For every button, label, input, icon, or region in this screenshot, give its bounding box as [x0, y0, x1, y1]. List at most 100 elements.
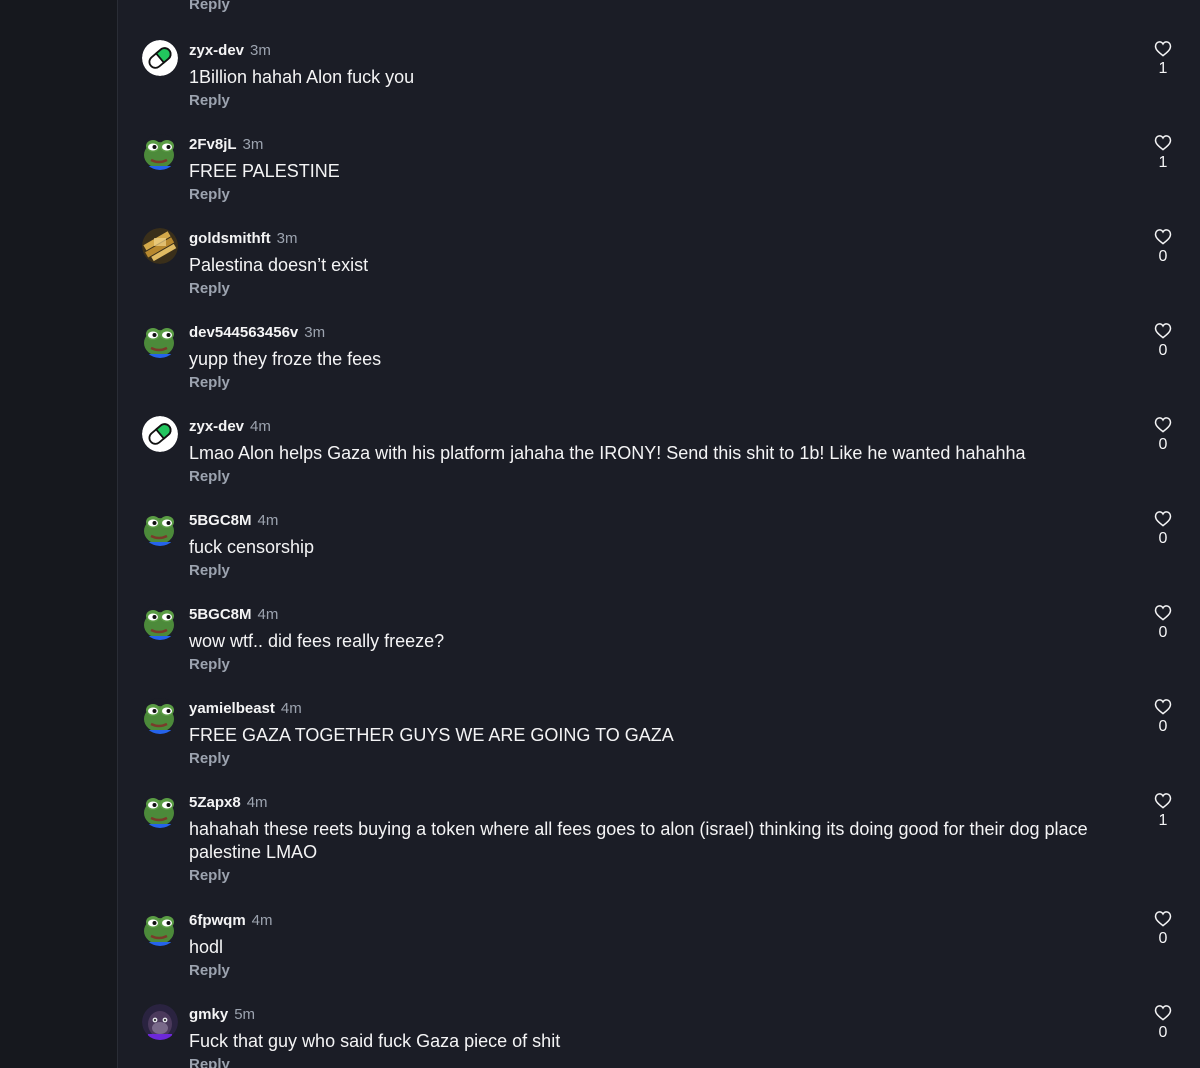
like-count: 1	[1158, 154, 1168, 171]
like-count: 0	[1158, 718, 1168, 735]
heart-icon	[1151, 510, 1175, 527]
heart-icon	[1151, 1004, 1175, 1021]
reply-button[interactable]: Reply	[189, 374, 230, 391]
like-count: 0	[1158, 624, 1168, 641]
username[interactable]: yamielbeast	[189, 700, 275, 717]
timestamp: 4m	[250, 418, 271, 435]
timestamp: 3m	[276, 230, 298, 247]
timestamp: 4m	[257, 512, 279, 529]
heart-icon	[1151, 40, 1175, 57]
heart-icon	[1151, 910, 1175, 927]
reply-button[interactable]: Reply	[189, 1056, 230, 1068]
avatar[interactable]	[142, 698, 178, 734]
username[interactable]: goldsmithft	[189, 230, 271, 247]
like-button[interactable]: 0	[1151, 322, 1175, 361]
comment-meta: goldsmithft 3m	[189, 230, 298, 248]
timestamp: 4m	[246, 794, 268, 811]
like-button[interactable]: 0	[1151, 1004, 1175, 1043]
avatar[interactable]	[142, 510, 178, 546]
heart-icon	[1151, 698, 1175, 715]
page: Reply zyx-dev 3m 1Billion hahah Alon fuck …	[0, 0, 1200, 1068]
comment-text: yupp they froze the fees	[189, 349, 382, 369]
username[interactable]: 6fpwqm	[189, 912, 246, 929]
comment-meta: 6fpwqm 4m	[189, 912, 273, 930]
comment-text: Palestina doesn’t exist	[189, 255, 369, 275]
comment-text: Fuck that guy who said fuck Gaza piece o…	[189, 1031, 561, 1051]
comment-text: hodl	[189, 937, 224, 957]
comment-text: FREE PALESTINE	[189, 161, 340, 181]
like-count: 0	[1158, 530, 1168, 547]
username[interactable]: 5Zapx8	[189, 794, 241, 811]
username[interactable]: 5BGC8M	[189, 606, 252, 623]
like-count: 0	[1158, 342, 1168, 359]
username[interactable]: zyx-dev	[189, 418, 244, 435]
heart-icon	[1151, 792, 1175, 809]
comment-meta: yamielbeast 4m	[189, 700, 302, 718]
comment-text: FREE GAZA TOGETHER GUYS WE ARE GOING TO …	[189, 725, 674, 745]
reply-button[interactable]: Reply	[189, 186, 230, 203]
comment-meta: zyx-dev 3m	[189, 42, 271, 60]
comment-text: wow wtf.. did fees really freeze?	[189, 631, 445, 651]
like-count: 0	[1158, 1024, 1168, 1041]
like-button[interactable]: 0	[1151, 416, 1175, 455]
username[interactable]: 5BGC8M	[189, 512, 252, 529]
like-button[interactable]: 0	[1151, 698, 1175, 737]
timestamp: 3m	[242, 136, 264, 153]
like-button[interactable]: 1	[1151, 40, 1175, 79]
comment-text: 1Billion hahah Alon fuck you	[189, 67, 415, 87]
username[interactable]: gmky	[189, 1006, 228, 1023]
username[interactable]: 2Fv8jL	[189, 136, 237, 153]
reply-button[interactable]: Reply	[189, 867, 230, 884]
reply-button[interactable]: Reply	[189, 656, 230, 673]
comment-meta: 5BGC8M 4m	[189, 606, 278, 624]
heart-icon	[1151, 604, 1175, 621]
avatar[interactable]	[142, 134, 178, 170]
timestamp: 3m	[304, 324, 326, 341]
username[interactable]: dev544563456v	[189, 324, 298, 341]
avatar[interactable]	[142, 792, 178, 828]
reply-button[interactable]: Reply	[189, 92, 230, 109]
avatar[interactable]	[142, 228, 178, 264]
heart-icon	[1151, 228, 1175, 245]
timestamp: 4m	[251, 912, 273, 929]
like-count: 0	[1158, 436, 1168, 453]
heart-icon	[1151, 416, 1175, 433]
reply-button[interactable]: Reply	[189, 468, 230, 485]
reply-button[interactable]: Reply	[189, 750, 230, 767]
timestamp: 3m	[250, 42, 271, 59]
like-count: 0	[1158, 930, 1168, 947]
comment-text: hahahah these reets buying a token where…	[189, 819, 1088, 862]
timestamp: 5m	[234, 1006, 256, 1023]
avatar[interactable]	[142, 910, 178, 946]
username[interactable]: zyx-dev	[189, 42, 244, 59]
comment-meta: dev544563456v 3m	[189, 324, 325, 342]
reply-button[interactable]: Reply	[189, 280, 230, 297]
reply-button[interactable]: Reply	[189, 562, 230, 579]
left-sidebar	[0, 0, 118, 1068]
avatar[interactable]	[142, 322, 178, 358]
reply-button[interactable]: Reply	[189, 0, 230, 13]
like-button[interactable]: 1	[1151, 792, 1175, 831]
like-button[interactable]: 0	[1151, 510, 1175, 549]
avatar[interactable]	[142, 604, 178, 640]
like-button[interactable]: 0	[1151, 228, 1175, 267]
like-button[interactable]: 0	[1151, 910, 1175, 949]
comments-feed: Reply zyx-dev 3m 1Billion hahah Alon fuck …	[118, 0, 1200, 1068]
heart-icon	[1151, 322, 1175, 339]
avatar[interactable]	[142, 416, 178, 452]
timestamp: 4m	[280, 700, 302, 717]
comment-text: Lmao Alon helps Gaza with his platform j…	[189, 443, 1026, 463]
avatar[interactable]	[142, 1004, 178, 1040]
like-count: 1	[1158, 60, 1168, 77]
comment-meta: 5BGC8M 4m	[189, 512, 278, 530]
like-count: 0	[1158, 248, 1168, 265]
timestamp: 4m	[257, 606, 279, 623]
like-count: 1	[1158, 812, 1168, 829]
like-button[interactable]: 1	[1151, 134, 1175, 173]
comment-meta: 5Zapx8 4m	[189, 794, 268, 812]
comment-meta: zyx-dev 4m	[189, 418, 271, 436]
comment-meta: 2Fv8jL 3m	[189, 136, 263, 154]
like-button[interactable]: 0	[1151, 604, 1175, 643]
reply-button[interactable]: Reply	[189, 962, 230, 979]
avatar[interactable]	[142, 40, 178, 76]
